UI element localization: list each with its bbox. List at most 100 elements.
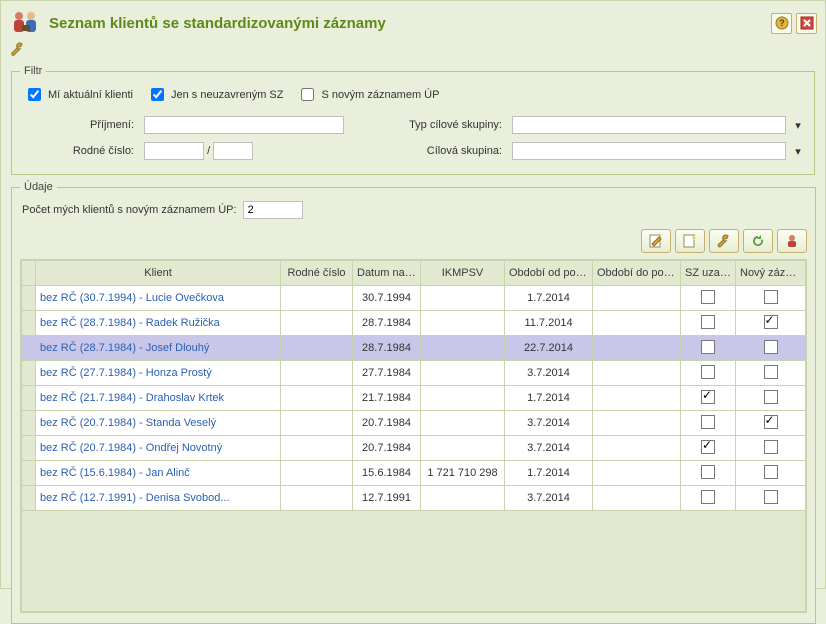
cell-newup[interactable] [736, 486, 806, 511]
newup-checkbox[interactable] [764, 365, 778, 379]
rc-input-b[interactable] [213, 142, 253, 160]
chk-new-up-input[interactable] [301, 88, 314, 101]
cell-closed[interactable] [681, 286, 736, 311]
page-title: Seznam klientů se standardizovanými zázn… [49, 15, 771, 32]
cell-klient[interactable]: bez RČ (15.6.1984) - Jan Alinč [36, 461, 281, 486]
closed-checkbox[interactable] [701, 465, 715, 479]
table-row[interactable]: bez RČ (27.7.1984) - Honza Prostý27.7.19… [22, 361, 806, 386]
chk-my-clients[interactable]: Mí aktuální klienti [24, 85, 133, 104]
settings-wrench-icon[interactable] [9, 41, 817, 57]
closed-checkbox[interactable] [701, 365, 715, 379]
col-ikmpsv[interactable]: IKMPSV [421, 261, 505, 286]
col-dob[interactable]: Datum narození [353, 261, 421, 286]
target-group-combo[interactable] [512, 142, 786, 160]
tools-button[interactable] [709, 229, 739, 253]
cell-closed[interactable] [681, 411, 736, 436]
newup-checkbox[interactable] [764, 465, 778, 479]
cell-closed[interactable] [681, 336, 736, 361]
cell-closed[interactable] [681, 386, 736, 411]
cell-newup[interactable] [736, 286, 806, 311]
closed-checkbox[interactable] [701, 490, 715, 504]
cell-klient[interactable]: bez RČ (28.7.1984) - Josef Dlouhý [36, 336, 281, 361]
closed-checkbox[interactable] [701, 390, 715, 404]
person-action-button[interactable] [777, 229, 807, 253]
closed-checkbox[interactable] [701, 415, 715, 429]
col-klient[interactable]: Klient [36, 261, 281, 286]
cell-klient[interactable]: bez RČ (28.7.1984) - Radek Ružička [36, 311, 281, 336]
row-grip[interactable] [22, 386, 36, 411]
filter-fieldset: Filtr Mí aktuální klienti Jen s neuzavre… [11, 65, 815, 175]
edit-record-button[interactable] [641, 229, 671, 253]
chk-my-clients-input[interactable] [28, 88, 41, 101]
new-record-button[interactable] [675, 229, 705, 253]
col-do[interactable]: Období do posledního SZ [593, 261, 681, 286]
cell-klient[interactable]: bez RČ (30.7.1994) - Lucie Ovečkova [36, 286, 281, 311]
cell-closed[interactable] [681, 461, 736, 486]
target-group-caret-icon[interactable]: ▾ [790, 145, 806, 158]
cell-newup[interactable] [736, 461, 806, 486]
closed-checkbox[interactable] [701, 290, 715, 304]
col-newup[interactable]: Nový záznam ÚP [736, 261, 806, 286]
cell-closed[interactable] [681, 486, 736, 511]
cell-newup[interactable] [736, 311, 806, 336]
newup-checkbox[interactable] [764, 440, 778, 454]
newup-checkbox[interactable] [764, 490, 778, 504]
chk-new-up[interactable]: S novým záznamem ÚP [297, 85, 439, 104]
table-row[interactable]: bez RČ (21.7.1984) - Drahoslav Krtek21.7… [22, 386, 806, 411]
newup-checkbox[interactable] [764, 290, 778, 304]
count-label: Počet mých klientů s novým záznamem ÚP: [22, 204, 237, 216]
closed-checkbox[interactable] [701, 340, 715, 354]
label-rc: Rodné číslo: [20, 145, 140, 157]
chk-open-sz[interactable]: Jen s neuzavreným SZ [147, 85, 284, 104]
table-row[interactable]: bez RČ (30.7.1994) - Lucie Ovečkova30.7.… [22, 286, 806, 311]
target-type-caret-icon[interactable]: ▾ [790, 119, 806, 132]
table-empty-area [21, 511, 806, 612]
cell-closed[interactable] [681, 311, 736, 336]
cell-klient[interactable]: bez RČ (20.7.1984) - Standa Veselý [36, 411, 281, 436]
close-button[interactable] [796, 13, 817, 34]
col-rc[interactable]: Rodné číslo [281, 261, 353, 286]
newup-checkbox[interactable] [764, 415, 778, 429]
row-grip[interactable] [22, 361, 36, 386]
col-od[interactable]: Období od posledního SZ [505, 261, 593, 286]
col-closed[interactable]: SZ uzavřen [681, 261, 736, 286]
cell-closed[interactable] [681, 361, 736, 386]
row-grip[interactable] [22, 436, 36, 461]
row-grip[interactable] [22, 311, 36, 336]
cell-newup[interactable] [736, 411, 806, 436]
table-row[interactable]: bez RČ (28.7.1984) - Radek Ružička28.7.1… [22, 311, 806, 336]
newup-checkbox[interactable] [764, 390, 778, 404]
chk-open-sz-input[interactable] [151, 88, 164, 101]
cell-ikmpsv [421, 411, 505, 436]
row-grip[interactable] [22, 461, 36, 486]
cell-klient[interactable]: bez RČ (27.7.1984) - Honza Prostý [36, 361, 281, 386]
cell-newup[interactable] [736, 336, 806, 361]
cell-newup[interactable] [736, 361, 806, 386]
surname-input[interactable] [144, 116, 344, 134]
closed-checkbox[interactable] [701, 440, 715, 454]
row-grip[interactable] [22, 486, 36, 511]
cell-newup[interactable] [736, 386, 806, 411]
cell-klient[interactable]: bez RČ (20.7.1984) - Ondřej Novotný [36, 436, 281, 461]
closed-checkbox[interactable] [701, 315, 715, 329]
table-row[interactable]: bez RČ (28.7.1984) - Josef Dlouhý28.7.19… [22, 336, 806, 361]
refresh-button[interactable] [743, 229, 773, 253]
newup-checkbox[interactable] [764, 315, 778, 329]
cell-closed[interactable] [681, 436, 736, 461]
cell-do [593, 486, 681, 511]
help-button[interactable]: ? [771, 13, 792, 34]
target-type-combo[interactable] [512, 116, 786, 134]
cell-do [593, 286, 681, 311]
table-row[interactable]: bez RČ (20.7.1984) - Ondřej Novotný20.7.… [22, 436, 806, 461]
table-row[interactable]: bez RČ (15.6.1984) - Jan Alinč15.6.19841… [22, 461, 806, 486]
row-grip[interactable] [22, 411, 36, 436]
cell-klient[interactable]: bez RČ (12.7.1991) - Denisa Svobod... [36, 486, 281, 511]
table-row[interactable]: bez RČ (12.7.1991) - Denisa Svobod...12.… [22, 486, 806, 511]
cell-klient[interactable]: bez RČ (21.7.1984) - Drahoslav Krtek [36, 386, 281, 411]
row-grip[interactable] [22, 336, 36, 361]
row-grip[interactable] [22, 286, 36, 311]
newup-checkbox[interactable] [764, 340, 778, 354]
rc-input-a[interactable] [144, 142, 204, 160]
table-row[interactable]: bez RČ (20.7.1984) - Standa Veselý20.7.1… [22, 411, 806, 436]
cell-newup[interactable] [736, 436, 806, 461]
